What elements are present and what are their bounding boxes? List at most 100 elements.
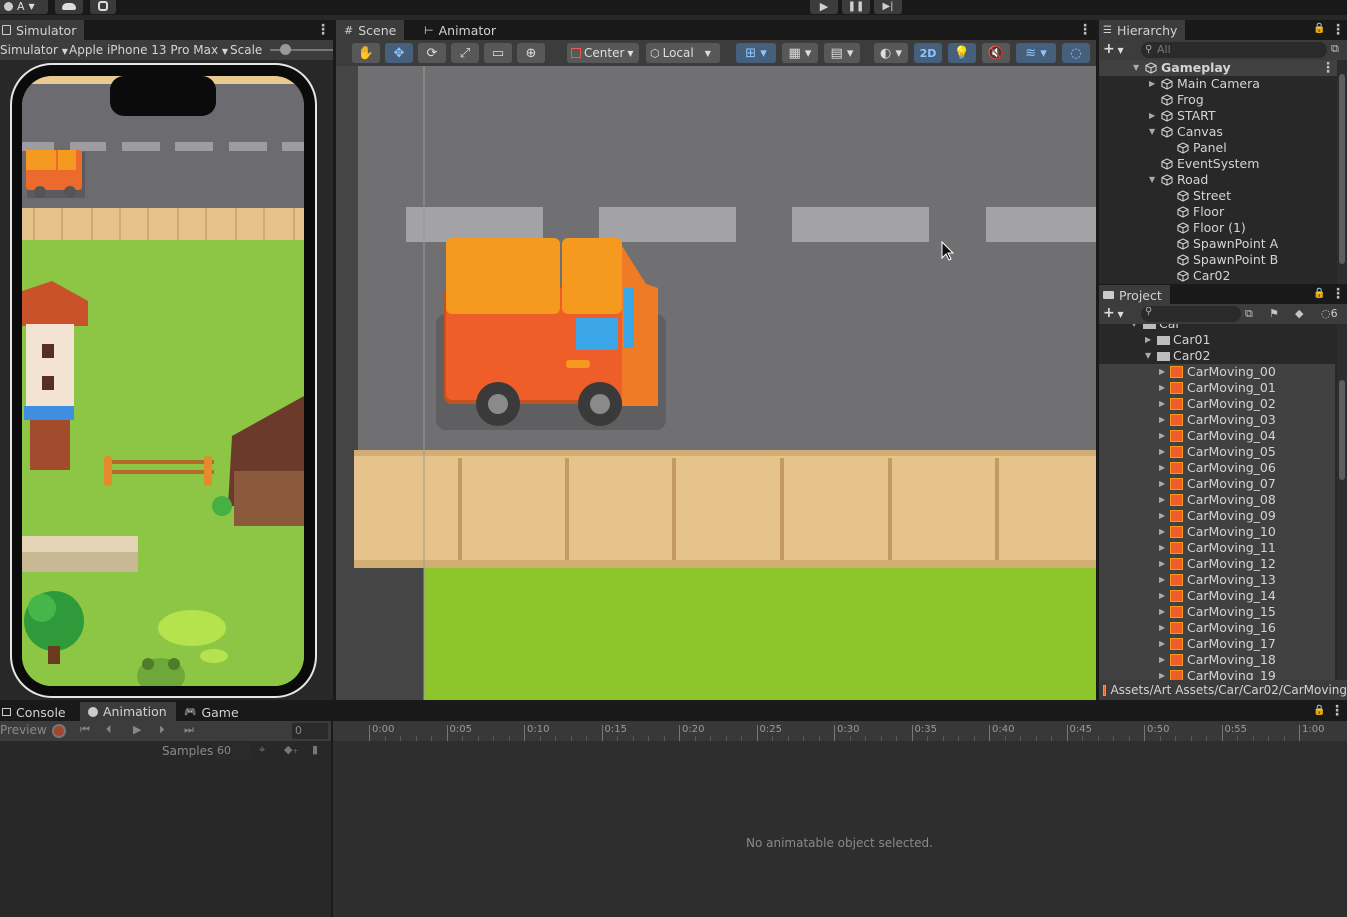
lighting-button[interactable]: 💡 <box>948 43 976 63</box>
hierarchy-item[interactable]: Car02 <box>1099 268 1337 284</box>
expand-arrow-closed-icon[interactable]: ▶ <box>1159 412 1169 428</box>
tab-console[interactable]: Console <box>0 702 74 722</box>
hidden-packages-toggle[interactable]: ◌6 <box>1321 307 1338 320</box>
expand-arrow-closed-icon[interactable]: ▶ <box>1159 572 1169 588</box>
device-dropdown[interactable]: Apple iPhone 13 Pro Max ▼ <box>69 41 228 59</box>
project-folder-row[interactable]: ▼ Car <box>1099 324 1335 332</box>
panel-menu-icon[interactable]: ⋮ <box>316 22 330 38</box>
lock-icon[interactable]: 🔒 <box>1313 288 1325 299</box>
expand-arrow-closed-icon[interactable]: ▶ <box>1159 396 1169 412</box>
scale-slider[interactable] <box>270 44 333 55</box>
sprite-asset-row[interactable]: ▶ CarMoving_18 <box>1099 652 1335 668</box>
hidden-objects-button[interactable]: ◌ <box>1062 43 1090 63</box>
sprite-asset-row[interactable]: ▶ CarMoving_16 <box>1099 620 1335 636</box>
hierarchy-item[interactable]: ▶ Main Camera <box>1099 76 1337 92</box>
sprite-asset-row[interactable]: ▶ CarMoving_08 <box>1099 492 1335 508</box>
create-button[interactable]: + ▼ <box>1103 41 1124 57</box>
tab-project[interactable]: Project <box>1099 285 1170 305</box>
sprite-asset-row[interactable]: ▶ CarMoving_03 <box>1099 412 1335 428</box>
rotate-tool-button[interactable]: ⟳ <box>418 43 446 63</box>
record-button[interactable] <box>52 724 66 738</box>
draw-mode-button[interactable]: ◐ ▾ <box>874 43 908 63</box>
expand-arrow-closed-icon[interactable]: ▶ <box>1159 588 1169 604</box>
tab-animation[interactable]: Animation <box>80 702 176 721</box>
hierarchy-item[interactable]: Street <box>1099 188 1337 204</box>
expand-arrow-closed-icon[interactable]: ▶ <box>1159 364 1169 380</box>
transform-tool-button[interactable]: ⊕ <box>517 43 545 63</box>
panel-menu-icon[interactable]: ⋮ <box>1078 22 1092 38</box>
sprite-asset-row[interactable]: ▶ CarMoving_17 <box>1099 636 1335 652</box>
hierarchy-scrollbar[interactable] <box>1337 60 1347 284</box>
expand-arrow-open-icon[interactable]: ▼ <box>1145 348 1155 364</box>
expand-arrow-closed-icon[interactable]: ▶ <box>1149 76 1159 92</box>
project-folder-row[interactable]: ▶ Car01 <box>1099 332 1335 348</box>
expand-arrow-closed-icon[interactable]: ▶ <box>1149 108 1159 124</box>
search-by-label-icon[interactable]: ⚑ <box>1269 307 1279 320</box>
expand-arrow-closed-icon[interactable]: ▶ <box>1159 428 1169 444</box>
add-event-icon[interactable]: ▮ <box>312 743 318 756</box>
scene-viewport[interactable] <box>336 66 1096 700</box>
lock-icon[interactable]: 🔒 <box>1313 705 1325 716</box>
sprite-asset-row[interactable]: ▶ CarMoving_09 <box>1099 508 1335 524</box>
hierarchy-item[interactable]: EventSystem <box>1099 156 1337 172</box>
mode-2d-button[interactable]: 2D <box>914 43 942 63</box>
expand-arrow-closed-icon[interactable]: ▶ <box>1159 380 1169 396</box>
hierarchy-item[interactable]: Frog <box>1099 92 1337 108</box>
expand-arrow-closed-icon[interactable]: ▶ <box>1159 444 1169 460</box>
project-folder-row[interactable]: ▼ Car02 <box>1099 348 1335 364</box>
rect-tool-button[interactable]: ▭ <box>484 43 512 63</box>
snap-increment-button[interactable]: ▤ ▾ <box>824 43 860 63</box>
effects-button[interactable]: ≋ ▾ <box>1016 43 1056 63</box>
audio-button[interactable]: 🔇 <box>982 43 1010 63</box>
frame-field[interactable]: 0 <box>292 723 328 739</box>
space-dropdown[interactable]: ⬡ Local ▼ <box>646 43 720 63</box>
scale-tool-button[interactable]: ⤢ <box>451 43 479 63</box>
expand-arrow-closed-icon[interactable]: ▶ <box>1159 556 1169 572</box>
scale-slider-handle[interactable] <box>280 44 291 55</box>
account-button[interactable]: A ▼ <box>0 0 48 14</box>
tag-icon[interactable]: ◆ <box>1295 307 1303 320</box>
lock-icon[interactable]: 🔒 <box>1313 23 1325 34</box>
hierarchy-search-input[interactable]: ⚲ All <box>1141 42 1327 58</box>
project-search-input[interactable]: ⚲ <box>1141 306 1241 322</box>
timeline-area[interactable]: 0:00 0:05 0:10 0:15 0:20 0:25 0:30 0:35 0:40 0:45… <box>333 721 1347 917</box>
expand-arrow-open-icon[interactable]: ▼ <box>1133 60 1143 76</box>
expand-arrow-closed-icon[interactable]: ▶ <box>1159 460 1169 476</box>
expand-arrow-closed-icon[interactable]: ▶ <box>1159 620 1169 636</box>
tab-hierarchy[interactable]: ☰ Hierarchy <box>1099 20 1186 40</box>
play-icon[interactable]: ▶ <box>133 723 141 736</box>
cloud-button[interactable] <box>55 0 83 14</box>
panel-menu-icon[interactable]: ⋮ <box>1331 286 1345 302</box>
sprite-asset-row[interactable]: ▶ CarMoving_14 <box>1099 588 1335 604</box>
samples-field[interactable]: 60 <box>214 743 250 759</box>
sprite-asset-row[interactable]: ▶ CarMoving_12 <box>1099 556 1335 572</box>
tab-animator[interactable]: ⊢ Animator <box>416 20 504 40</box>
hierarchy-item[interactable]: SpawnPoint A <box>1099 236 1337 252</box>
collab-button[interactable] <box>90 0 116 14</box>
tab-simulator[interactable]: Simulator <box>0 20 85 40</box>
pivot-dropdown[interactable]: Center ▼ <box>567 43 639 63</box>
play-button[interactable]: ▶ <box>810 0 838 14</box>
expand-arrow-closed-icon[interactable]: ▶ <box>1159 540 1169 556</box>
expand-arrow-closed-icon[interactable]: ▶ <box>1159 524 1169 540</box>
hierarchy-item[interactable]: ▼ Canvas <box>1099 124 1337 140</box>
grid-snap-button[interactable]: ⊞ ▾ <box>736 43 776 63</box>
expand-arrow-closed-icon[interactable]: ▶ <box>1145 332 1155 348</box>
next-keyframe-icon[interactable]: ⏵ <box>159 723 165 737</box>
panel-menu-icon[interactable]: ⋮ <box>1330 703 1344 719</box>
expand-arrow-closed-icon[interactable]: ▶ <box>1159 492 1169 508</box>
hierarchy-item[interactable]: ▶ START <box>1099 108 1337 124</box>
sprite-asset-row[interactable]: ▶ CarMoving_19 <box>1099 668 1335 680</box>
sprite-asset-row[interactable]: ▶ CarMoving_04 <box>1099 428 1335 444</box>
hierarchy-item[interactable]: SpawnPoint B <box>1099 252 1337 268</box>
grid-visibility-button[interactable]: ▦ ▾ <box>782 43 818 63</box>
create-asset-button[interactable]: + ▼ <box>1103 305 1124 321</box>
expand-arrow-closed-icon[interactable]: ▶ <box>1159 652 1169 668</box>
scene-menu-icon[interactable]: ⋮ <box>1321 60 1335 76</box>
sprite-asset-row[interactable]: ▶ CarMoving_15 <box>1099 604 1335 620</box>
search-by-type-icon[interactable]: ⧉ <box>1245 307 1253 321</box>
add-keyframe-icon[interactable]: ◆₊ <box>284 743 298 756</box>
hand-tool-button[interactable]: ✋ <box>352 43 380 63</box>
panel-menu-icon[interactable]: ⋮ <box>1331 22 1345 38</box>
sprite-asset-row[interactable]: ▶ CarMoving_00 <box>1099 364 1335 380</box>
